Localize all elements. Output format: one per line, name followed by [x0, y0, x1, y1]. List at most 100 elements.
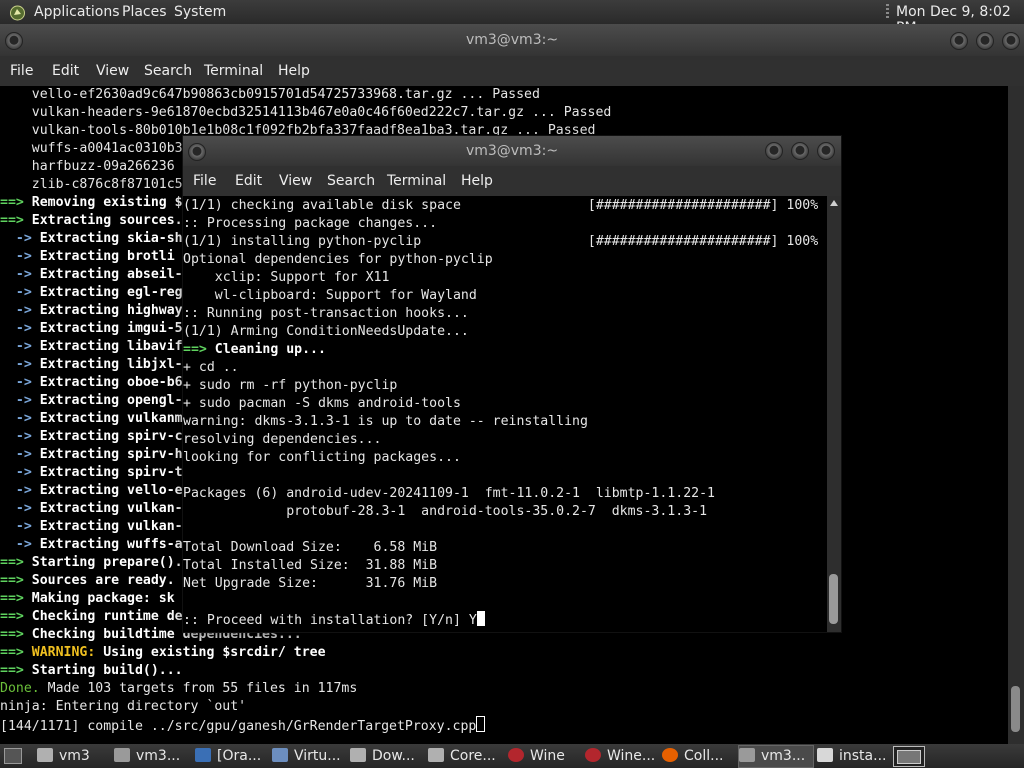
terminal-line: wl-clipboard: Support for Wayland — [183, 287, 477, 305]
taskbar-button[interactable]: Wine — [508, 746, 580, 766]
close-button[interactable] — [1002, 32, 1020, 50]
menu-search[interactable]: Search — [327, 166, 375, 196]
terminal-text: Done. — [0, 681, 40, 696]
terminal-text: vulkan-headers-9e61870ecbd32514113b467e0… — [0, 105, 612, 120]
terminal-line: -> Extracting abseil- — [0, 266, 183, 284]
terminal-line: + cd .. — [183, 359, 239, 377]
terminal-text: -> — [0, 285, 32, 300]
window-menu-button[interactable] — [5, 32, 23, 50]
taskbar-button[interactable]: Core... — [428, 746, 504, 766]
menu-help[interactable]: Help — [461, 166, 493, 196]
terminal-line: -> Extracting imgui-5 — [0, 320, 183, 338]
terminal-text: -> — [0, 519, 32, 534]
workspace-switcher[interactable] — [893, 746, 925, 767]
show-desktop-icon[interactable] — [4, 748, 22, 764]
terminal-text: looking for conflicting packages... — [183, 450, 461, 465]
maximize-button[interactable] — [976, 32, 994, 50]
text-cursor — [476, 716, 486, 732]
terminal-line: -> Extracting spirv-t — [0, 464, 183, 482]
scrollbar-thumb[interactable] — [829, 574, 838, 624]
taskbar-button[interactable]: Wine... — [585, 746, 657, 766]
menu-terminal[interactable]: Terminal — [387, 166, 446, 196]
taskbar-button[interactable]: vm3... — [738, 745, 814, 768]
terminal-text: (1/1) installing python-pyclip [########… — [183, 234, 819, 249]
menu-view[interactable]: View — [96, 56, 129, 86]
terminal-text: Net Upgrade Size: 31.76 MiB — [183, 576, 438, 591]
terminal-text: Checking runtime de — [23, 609, 183, 624]
terminal-line: -> Extracting opengl- — [0, 392, 183, 410]
terminal-line: ==> Starting prepare()... — [0, 554, 199, 572]
terminal-text: ==> — [0, 213, 24, 228]
menu-file[interactable]: File — [193, 166, 216, 196]
menu-file[interactable]: File — [10, 56, 33, 86]
terminal-text: Extracting libavif — [31, 339, 183, 354]
minimize-button[interactable] — [950, 32, 968, 50]
menu-search[interactable]: Search — [144, 56, 192, 86]
terminal-text: resolving dependencies... — [183, 432, 382, 447]
menu-view[interactable]: View — [279, 166, 312, 196]
taskbar-button[interactable]: [Ora... — [195, 746, 267, 766]
taskbar-button-label: [Ora... — [217, 748, 262, 764]
terminal-line: ==> Extracting sources... — [0, 212, 199, 230]
gnome-foot-icon[interactable] — [9, 3, 26, 21]
terminal-text: -> — [0, 375, 32, 390]
taskbar-button[interactable]: vm3... — [114, 746, 190, 766]
scrollbar-thumb[interactable] — [1011, 686, 1020, 732]
minimize-button[interactable] — [765, 142, 783, 160]
places-menu[interactable]: Places — [122, 4, 167, 20]
terminal-text: Extracting highway — [31, 303, 183, 318]
terminal-text: [144/1171] compile ../src/gpu/ganesh/GrR… — [0, 719, 477, 734]
terminal-text: Extracting sources... — [23, 213, 199, 228]
menu-edit[interactable]: Edit — [235, 166, 262, 196]
taskbar-button-label: Coll... — [684, 748, 724, 764]
terminal-text: ==> — [0, 555, 24, 570]
maximize-button[interactable] — [791, 142, 809, 160]
window-titlebar[interactable]: vm3@vm3:~ — [183, 136, 841, 166]
terminal-text: protobuf-28.3-1 android-tools-35.0.2-7 d… — [183, 504, 708, 519]
taskbar-button[interactable]: Virtu... — [272, 746, 346, 766]
terminal-text: -> — [0, 501, 32, 516]
overlay-terminal-window: vm3@vm3:~ File Edit View Search Terminal… — [183, 136, 841, 632]
terminal-text: Total Installed Size: 31.88 MiB — [183, 558, 438, 573]
terminal-text: Cleaning up... — [206, 342, 326, 357]
taskbar-button[interactable]: Dow... — [350, 746, 424, 766]
top-panel: Applications Places System Mon Dec 9, 8:… — [0, 0, 1024, 36]
taskbar-button-label: Virtu... — [294, 748, 341, 764]
terminal-line: Total Installed Size: 31.88 MiB — [183, 557, 437, 575]
terminal-text: -> — [0, 483, 32, 498]
taskbar-button[interactable]: vm3 — [37, 746, 109, 766]
terminal-line: Net Upgrade Size: 31.76 MiB — [183, 575, 437, 593]
text-cursor — [476, 611, 485, 626]
terminal-text: Extracting libjxl- — [31, 357, 183, 372]
close-button[interactable] — [817, 142, 835, 160]
workspace-1[interactable] — [897, 750, 921, 764]
menu-edit[interactable]: Edit — [52, 56, 79, 86]
menu-terminal[interactable]: Terminal — [204, 56, 263, 86]
terminal-text: Extracting vulkanm — [31, 411, 183, 426]
scrollbar[interactable] — [827, 196, 841, 632]
terminal-text: xclip: Support for X11 — [183, 270, 390, 285]
taskbar-button[interactable]: insta... — [817, 746, 889, 766]
terminal-text: wl-clipboard: Support for Wayland — [183, 288, 477, 303]
terminal-line: (1/1) Arming ConditionNeedsUpdate... — [183, 323, 469, 341]
window-menu-button[interactable] — [188, 143, 206, 161]
terminal-text: Using existing $srcdir/ tree — [95, 645, 326, 660]
window-titlebar[interactable]: vm3@vm3:~ — [0, 24, 1024, 56]
scrollbar[interactable] — [1008, 86, 1024, 744]
taskbar-button[interactable]: Coll... — [662, 746, 734, 766]
terminal-text: Made 103 targets from 55 files in 117ms — [39, 681, 358, 696]
terminal-line: xclip: Support for X11 — [183, 269, 390, 287]
terminal-text: Starting build()... — [23, 663, 183, 678]
terminal-text: -> — [0, 429, 32, 444]
applications-menu[interactable]: Applications — [34, 4, 120, 20]
scroll-up-arrow-icon[interactable] — [830, 200, 838, 206]
terminal-text: Extracting wuffs-a — [31, 537, 183, 552]
terminal-line: -> Extracting vulkanm — [0, 410, 183, 428]
terminal-line: -> Extracting skia-sh — [0, 230, 183, 248]
system-menu[interactable]: System — [174, 4, 226, 20]
terminal-text: Extracting spirv-t — [31, 465, 183, 480]
terminal-output[interactable]: (1/1) checking available disk space [###… — [183, 196, 827, 632]
menu-help[interactable]: Help — [278, 56, 310, 86]
terminal-line: :: Proceed with installation? [Y/n] Y — [183, 611, 485, 629]
terminal-text: -> — [0, 357, 32, 372]
